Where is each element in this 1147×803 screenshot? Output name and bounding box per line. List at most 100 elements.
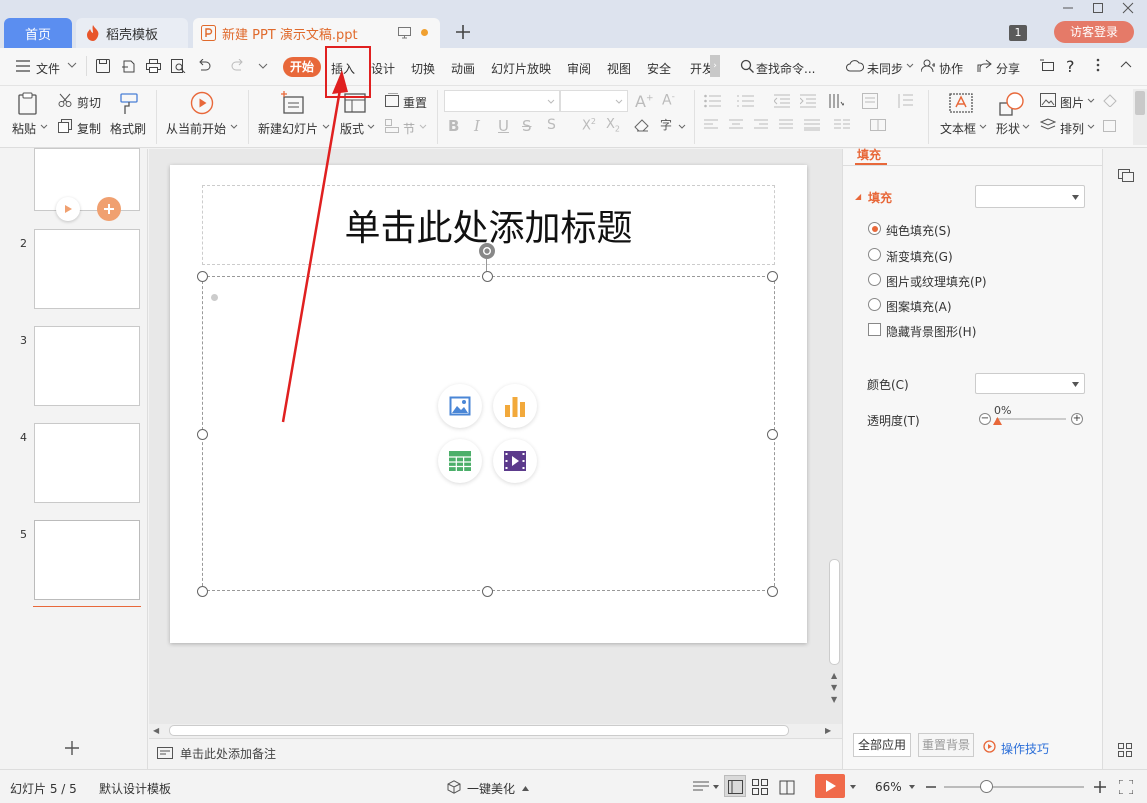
color-select[interactable] — [975, 373, 1085, 394]
align-left-icon[interactable] — [704, 119, 718, 131]
panel-tab-fill[interactable]: 填充 — [857, 146, 881, 163]
chevron-down-icon[interactable] — [230, 124, 238, 130]
numbered-list-icon[interactable] — [737, 94, 755, 108]
radio-solid-fill[interactable] — [868, 222, 881, 235]
decrease-font-icon[interactable]: A- — [662, 92, 675, 109]
window-count-badge[interactable]: 1 — [1009, 25, 1027, 41]
help-icon[interactable]: ? — [1066, 57, 1075, 76]
close-icon[interactable] — [1122, 2, 1134, 14]
horizontal-scrollbar-thumb[interactable] — [169, 725, 789, 736]
eraser-icon[interactable] — [634, 119, 649, 132]
font-name-select[interactable] — [444, 90, 560, 112]
tips-link[interactable]: 操作技巧 — [1001, 740, 1049, 757]
fill-type-select[interactable] — [975, 185, 1085, 208]
distribute-icon[interactable] — [804, 119, 820, 131]
tab-home[interactable]: 首页 — [4, 18, 72, 48]
font-size-select[interactable] — [560, 90, 628, 112]
transparency-increase-icon[interactable]: + — [1071, 413, 1083, 425]
menu-view[interactable]: 视图 — [607, 60, 631, 77]
menu-security[interactable]: 安全 — [647, 60, 671, 77]
menu-file[interactable]: 文件 — [36, 60, 60, 77]
menu-animation[interactable]: 动画 — [451, 60, 475, 77]
zoom-out-icon[interactable] — [926, 786, 936, 788]
one-click-beautify-button[interactable]: 一键美化 — [467, 780, 515, 797]
resize-handle[interactable] — [767, 429, 778, 440]
fill-color-icon[interactable] — [1102, 93, 1118, 107]
menu-developer[interactable]: 开发 — [690, 60, 710, 77]
chevron-up-icon[interactable] — [522, 786, 529, 791]
paste-icon[interactable] — [16, 92, 40, 116]
collapse-triangle-icon[interactable]: ◢ — [855, 192, 861, 201]
textbox-icon[interactable] — [949, 91, 973, 115]
text-direction-icon[interactable] — [828, 93, 844, 109]
reset-background-button[interactable]: 重置背景 — [918, 733, 974, 757]
insert-video-icon[interactable] — [493, 439, 537, 483]
slide-thumbnail-1[interactable] — [34, 148, 140, 211]
hide-background-checkbox[interactable] — [868, 323, 881, 336]
align-right-icon[interactable] — [754, 119, 768, 131]
insert-table-icon[interactable] — [438, 439, 482, 483]
print-icon[interactable] — [146, 59, 161, 73]
align-center-icon[interactable] — [729, 119, 743, 131]
export-icon[interactable] — [121, 59, 135, 73]
slide-sorter-icon[interactable] — [752, 779, 768, 795]
picture-fill-label[interactable]: 图片或纹理填充(P) — [886, 273, 987, 290]
increase-font-icon[interactable]: A+ — [635, 92, 654, 111]
chevron-down-icon[interactable] — [40, 124, 48, 130]
chevron-down-icon[interactable] — [1022, 124, 1030, 130]
text-shadow-icon[interactable]: S — [547, 117, 556, 133]
zoom-in-icon[interactable] — [1094, 781, 1106, 793]
picture-button[interactable]: 图片 — [1060, 94, 1084, 111]
menu-transition[interactable]: 切换 — [411, 60, 435, 77]
phonetic-guide-icon[interactable]: 字 — [660, 116, 672, 133]
save-icon[interactable] — [96, 59, 110, 73]
resize-handle[interactable] — [197, 429, 208, 440]
vertical-scrollbar-thumb[interactable] — [829, 559, 840, 665]
scroll-left-icon[interactable]: ◀ — [153, 726, 159, 735]
tab-document[interactable]: 新建 PPT 演示文稿.ppt — [193, 18, 440, 48]
horizontal-scrollbar-track[interactable]: ◀ ▶ — [149, 724, 842, 738]
radio-gradient-fill[interactable] — [868, 248, 881, 261]
print-preview-icon[interactable] — [171, 59, 186, 73]
notes-placeholder[interactable]: 单击此处添加备注 — [180, 745, 276, 762]
cut-button[interactable]: 剪切 — [77, 94, 101, 111]
chevron-down-icon[interactable] — [1087, 98, 1095, 104]
slide-thumbnail-3[interactable] — [34, 326, 140, 406]
resize-handle[interactable] — [767, 271, 778, 282]
shape-button[interactable]: 形状 — [996, 120, 1020, 137]
radio-pattern-fill[interactable] — [868, 298, 881, 311]
chevron-down-icon[interactable] — [909, 785, 915, 789]
hide-background-label[interactable]: 隐藏背景图形(H) — [886, 323, 976, 340]
collapse-ribbon-icon[interactable] — [1120, 60, 1132, 68]
quick-access-dropdown-icon[interactable] — [258, 63, 268, 70]
chevron-down-icon[interactable] — [713, 785, 719, 789]
shape-icon[interactable] — [999, 91, 1025, 117]
resize-handle[interactable] — [482, 271, 493, 282]
zoom-slider[interactable] — [944, 786, 1084, 788]
slide-counter[interactable]: 幻灯片 5 / 5 — [10, 780, 77, 797]
convert-icon[interactable] — [1040, 59, 1055, 73]
play-from-current-icon[interactable] — [190, 91, 214, 115]
outline-icon[interactable] — [1102, 119, 1118, 133]
justify-icon[interactable] — [779, 119, 793, 131]
redo-icon[interactable] — [231, 59, 245, 73]
sync-status[interactable]: 未同步 — [867, 60, 903, 77]
format-painter-icon[interactable] — [118, 92, 140, 116]
transparency-decrease-icon[interactable]: − — [979, 413, 991, 425]
scroll-buttons[interactable]: ▲ ▼ ▼ — [831, 670, 837, 706]
template-name[interactable]: 默认设计模板 — [99, 780, 171, 797]
resize-handle[interactable] — [482, 586, 493, 597]
ribbon-scrollbar[interactable] — [1133, 89, 1147, 145]
minimize-icon[interactable] — [1062, 2, 1074, 14]
add-slide-icon[interactable] — [97, 197, 121, 221]
insert-picture-icon[interactable] — [438, 384, 482, 428]
reading-view-icon[interactable] — [779, 779, 795, 795]
slide-thumbnail-2[interactable] — [34, 229, 140, 309]
new-tab-plus-icon[interactable] — [455, 24, 471, 40]
increase-indent-icon[interactable] — [800, 94, 816, 108]
underline-icon[interactable]: U — [498, 117, 509, 135]
menu-scroll-right-icon[interactable]: › — [710, 55, 720, 77]
textbox-button[interactable]: 文本框 — [940, 120, 976, 137]
apply-all-button[interactable]: 全部应用 — [853, 733, 911, 757]
notes-toggle-icon[interactable] — [693, 781, 709, 793]
